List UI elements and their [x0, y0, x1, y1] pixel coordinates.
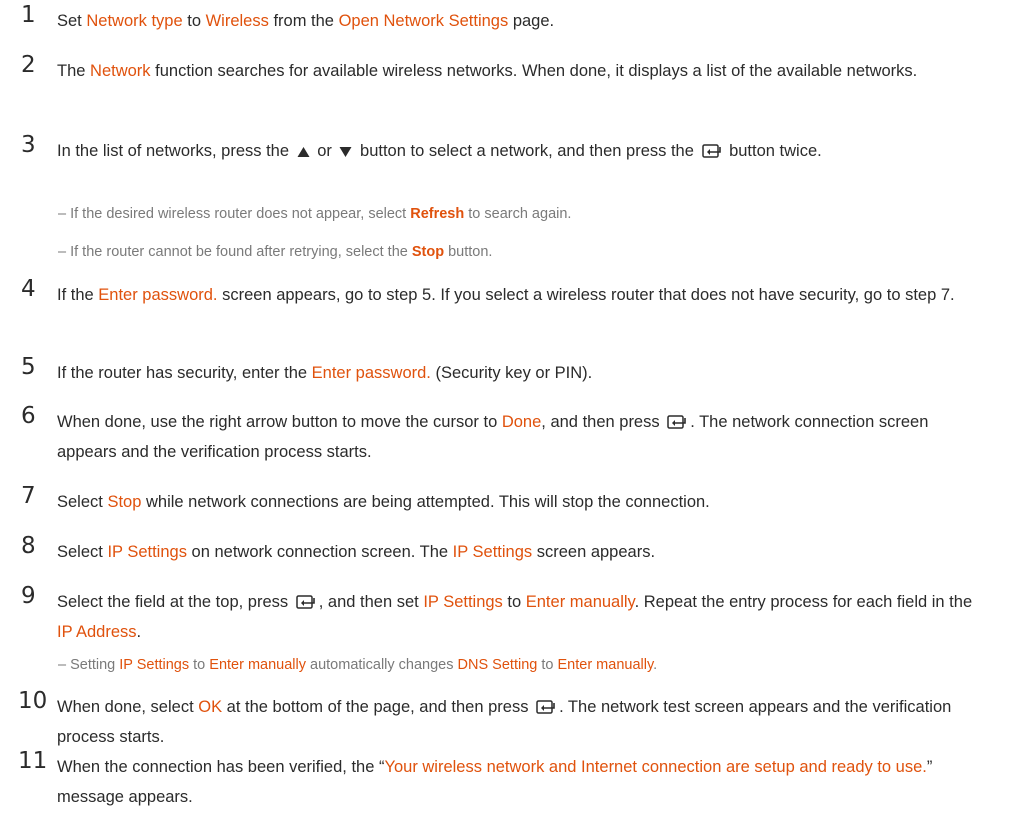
step-text: Select the field at the top, press , and… [57, 593, 973, 641]
menu-term: Enter password. [98, 286, 218, 304]
step-number: 10 [18, 688, 48, 714]
step-number: 5 [21, 354, 36, 380]
menu-term: Network [90, 62, 151, 80]
note-text: – If the desired wireless router does no… [58, 206, 572, 222]
menu-term: Enter manually [525, 593, 635, 611]
menu-term: Enter password. [311, 364, 431, 382]
menu-term: OK [198, 698, 223, 716]
menu-term: Network type [86, 12, 183, 30]
step-text: In the list of networks, press the or bu… [57, 142, 822, 160]
menu-term: Open Network Settings [338, 12, 509, 30]
menu-term: Wireless [205, 12, 269, 30]
menu-term: Stop [411, 244, 445, 260]
step-text: Set Network type to Wireless from the Op… [57, 12, 555, 30]
menu-term: Enter manually [209, 657, 306, 673]
step-text: If the router has security, enter the En… [57, 364, 593, 382]
menu-term: Done [501, 413, 542, 431]
step-number: 9 [21, 583, 36, 609]
step-text: When done, select OK at the bottom of th… [57, 698, 952, 746]
step-number: 7 [21, 483, 36, 509]
menu-term: IP Settings [107, 543, 187, 561]
step-number: 4 [21, 276, 36, 302]
step-text: The Network function searches for availa… [57, 62, 918, 80]
menu-term: Refresh [410, 206, 465, 222]
step-text: If the Enter password. screen appears, g… [57, 286, 955, 304]
step-number: 1 [21, 2, 36, 28]
down-arrow-icon [339, 147, 352, 157]
note-text: – Setting IP Settings to Enter manually … [58, 657, 658, 673]
step-text: When done, use the right arrow button to… [57, 413, 929, 461]
step-text: Select IP Settings on network connection… [57, 543, 656, 561]
enter-icon [667, 415, 687, 429]
instruction-page: 1 Set Network type to Wireless from the … [0, 0, 1011, 817]
menu-term: IP Settings [452, 543, 533, 561]
enter-icon [295, 595, 315, 609]
menu-term: IP Settings [119, 657, 190, 673]
menu-term: IP Address [57, 623, 137, 641]
step-number: 2 [21, 52, 36, 78]
step-text: When the connection has been verified, t… [57, 758, 933, 806]
enter-icon [536, 700, 555, 714]
step-number: 11 [18, 748, 48, 774]
note-text: – If the router cannot be found after re… [58, 244, 493, 260]
message-text: Your wireless network and Internet conne… [384, 758, 927, 776]
up-arrow-icon [297, 147, 310, 157]
enter-icon [701, 144, 721, 158]
step-number: 6 [21, 403, 36, 429]
menu-term: Stop [107, 493, 142, 511]
step-number: 8 [21, 533, 36, 559]
menu-term: DNS Setting [457, 657, 538, 673]
menu-term: IP Settings [423, 593, 503, 611]
menu-term: Enter manually [557, 657, 654, 673]
step-number: 3 [21, 132, 36, 158]
step-text: Select Stop while network connections ar… [57, 493, 710, 511]
